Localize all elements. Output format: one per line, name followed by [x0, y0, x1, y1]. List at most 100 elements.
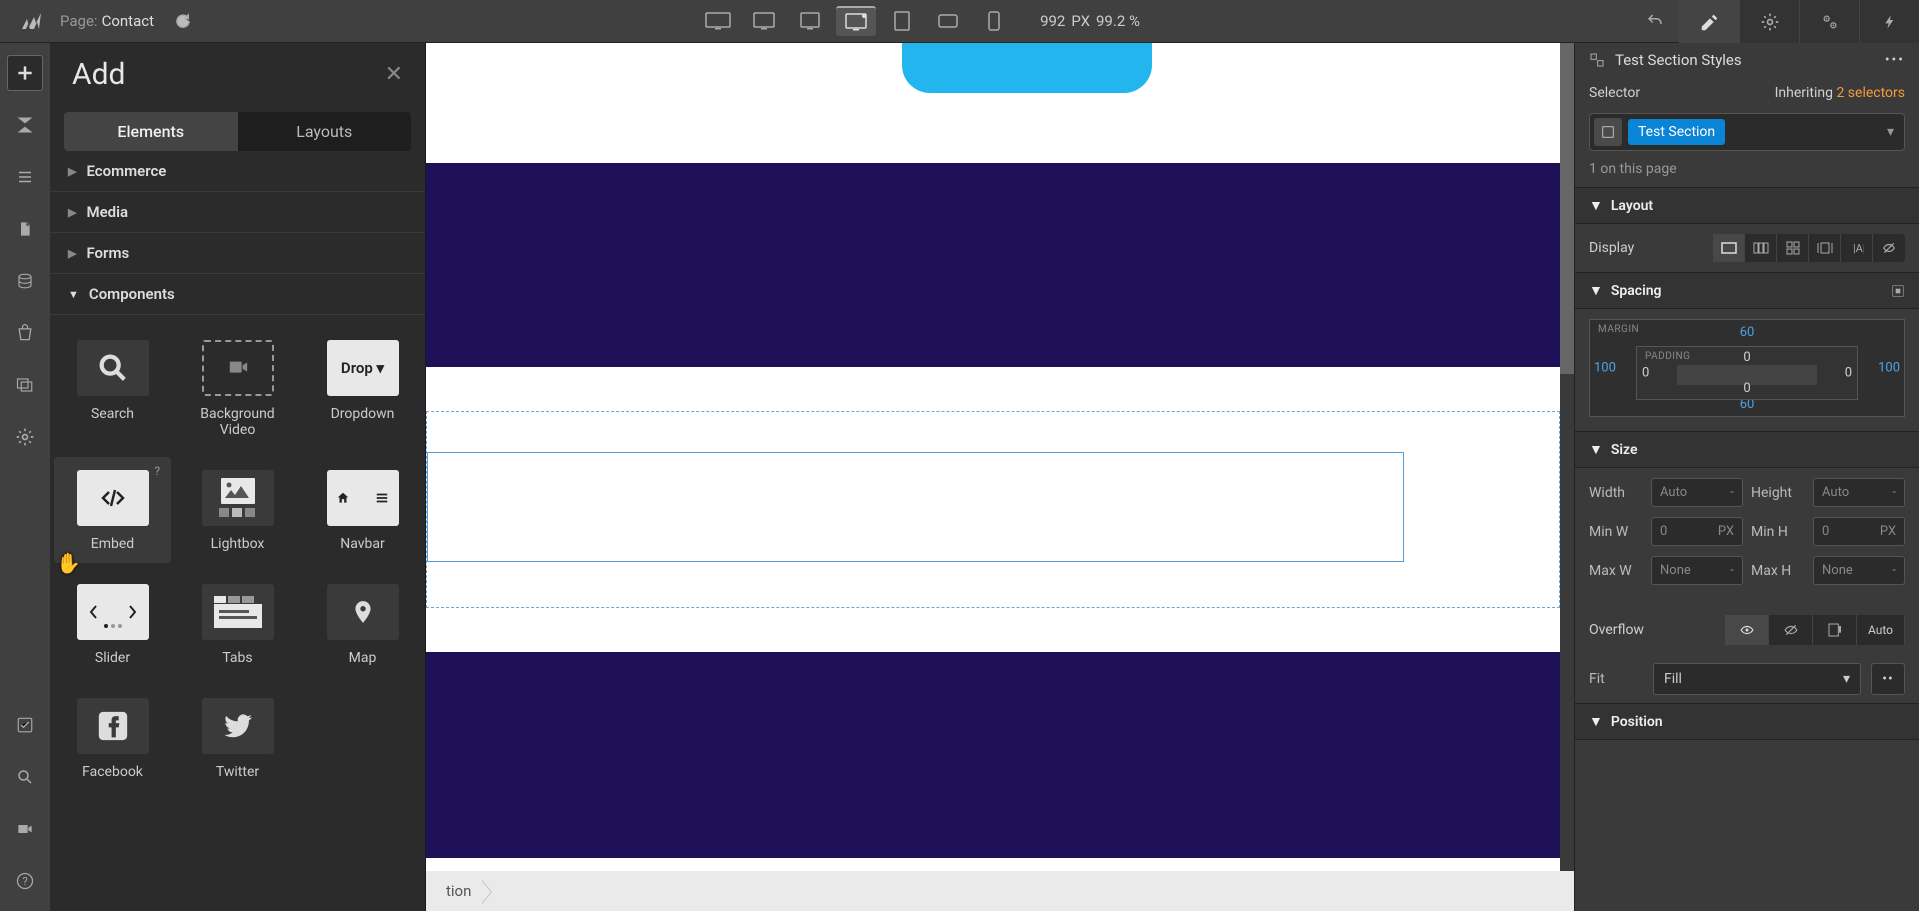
breakpoint-tablet[interactable]	[882, 6, 922, 36]
display-block-icon[interactable]	[1713, 234, 1745, 262]
canvas-dark-section-1[interactable]	[426, 163, 1560, 367]
page-name[interactable]: Contact	[102, 12, 154, 30]
add-elements-icon[interactable]	[7, 55, 43, 91]
overflow-visible-icon[interactable]	[1725, 615, 1769, 645]
category-forms[interactable]: ▶Forms	[50, 233, 425, 274]
tab-elements[interactable]: Elements	[64, 112, 238, 151]
overflow-auto[interactable]: Auto	[1857, 615, 1905, 645]
chevron-down-icon: ▼	[68, 288, 79, 301]
minw-input[interactable]: 0PX	[1651, 517, 1743, 546]
padding-left[interactable]: 0	[1642, 366, 1649, 381]
category-media[interactable]: ▶Media	[50, 192, 425, 233]
padding-box[interactable]: PADDING 0 0 0 0	[1636, 346, 1858, 400]
more-options-icon[interactable]: •••	[1885, 52, 1905, 68]
scrollbar-thumb[interactable]	[1560, 43, 1574, 374]
minh-input[interactable]: 0PX	[1813, 517, 1905, 546]
component-dropdown[interactable]: Drop ▾ Dropdown	[304, 327, 421, 449]
padding-bottom[interactable]: 0	[1743, 381, 1750, 396]
component-tabs[interactable]: Tabs	[179, 571, 296, 677]
margin-right[interactable]: 100	[1878, 361, 1900, 376]
breakpoint-default[interactable]	[836, 6, 876, 36]
component-facebook[interactable]: Facebook	[54, 685, 171, 791]
canvas[interactable]	[426, 43, 1560, 871]
overflow-scroll-icon[interactable]	[1813, 615, 1857, 645]
component-lightbox[interactable]: Lightbox	[179, 457, 296, 563]
tab-layouts[interactable]: Layouts	[238, 112, 412, 151]
component-navbar[interactable]: Navbar	[304, 457, 421, 563]
padding-right[interactable]: 0	[1845, 366, 1852, 381]
display-none-icon[interactable]	[1873, 234, 1905, 262]
margin-top[interactable]: 60	[1740, 325, 1755, 340]
selector-mode-icon[interactable]	[1589, 52, 1605, 68]
ecommerce-icon[interactable]	[7, 263, 43, 299]
section-size[interactable]: ▼Size	[1575, 431, 1919, 468]
breakpoint-mobile[interactable]	[974, 6, 1014, 36]
breakpoint-xl[interactable]	[698, 6, 738, 36]
settings-tab-icon[interactable]	[1739, 0, 1799, 43]
canvas-size-readout[interactable]: 992 PX 99.2 %	[1040, 12, 1140, 30]
assets-icon[interactable]	[7, 367, 43, 403]
height-input[interactable]: Auto-	[1813, 478, 1905, 507]
maxh-input[interactable]: None-	[1813, 556, 1905, 585]
padding-top[interactable]: 0	[1743, 350, 1750, 365]
breadcrumb-item[interactable]: tion	[434, 878, 483, 904]
effects-tab-icon[interactable]	[1859, 0, 1919, 43]
canvas-submit-button[interactable]	[902, 43, 1152, 93]
canvas-white-section[interactable]	[426, 367, 1560, 652]
canvas-selected-container[interactable]	[427, 452, 1404, 562]
component-embed[interactable]: ? Embed	[54, 457, 171, 563]
interactions-tab-icon[interactable]	[1799, 0, 1859, 43]
component-map[interactable]: Map	[304, 571, 421, 677]
display-inline-block-icon[interactable]	[1809, 234, 1841, 262]
component-search[interactable]: Search	[54, 327, 171, 449]
width-input[interactable]: Auto-	[1651, 478, 1743, 507]
spacing-options-icon[interactable]	[1891, 284, 1905, 298]
page-label: Page:	[60, 12, 98, 30]
canvas-hero-section[interactable]	[426, 43, 1560, 163]
selector-input[interactable]: Test Section ▾	[1589, 113, 1905, 151]
canvas-selected-section[interactable]	[426, 411, 1560, 608]
help-badge[interactable]: ?	[154, 464, 160, 478]
help-icon[interactable]: ?	[7, 863, 43, 899]
display-grid-icon[interactable]	[1777, 234, 1809, 262]
canvas-dark-section-2[interactable]	[426, 652, 1560, 858]
component-twitter[interactable]: Twitter	[179, 685, 296, 791]
maxw-input[interactable]: None-	[1651, 556, 1743, 585]
margin-left[interactable]: 100	[1594, 361, 1616, 376]
video-icon[interactable]	[7, 811, 43, 847]
search-rail-icon[interactable]	[7, 759, 43, 795]
canvas-scrollbar[interactable]	[1560, 43, 1574, 871]
component-slider[interactable]: Slider	[54, 571, 171, 677]
breakpoint-mobile-l[interactable]	[928, 6, 968, 36]
selector-type-icon[interactable]	[1594, 118, 1622, 146]
style-tab-icon[interactable]	[1679, 0, 1739, 43]
close-icon[interactable]: ✕	[385, 62, 403, 87]
audit-icon[interactable]	[7, 707, 43, 743]
display-inline-icon[interactable]: |A|	[1841, 234, 1873, 262]
margin-box[interactable]: MARGIN 60 60 100 100 PADDING 0 0 0 0	[1589, 319, 1905, 417]
reload-icon[interactable]	[174, 12, 192, 30]
project-settings-icon[interactable]	[7, 419, 43, 455]
breakpoint-lg[interactable]	[744, 6, 784, 36]
category-ecommerce[interactable]: ▶Ecommerce	[50, 151, 425, 192]
navigator-icon[interactable]	[7, 107, 43, 143]
selector-tag[interactable]: Test Section	[1628, 119, 1725, 145]
display-flex-icon[interactable]	[1745, 234, 1777, 262]
section-spacing[interactable]: ▼ Spacing	[1575, 272, 1919, 309]
selector-label: Selector	[1589, 85, 1640, 101]
fit-more-icon[interactable]: ••	[1871, 663, 1905, 695]
selector-dropdown-icon[interactable]: ▾	[1881, 124, 1900, 140]
undo-icon[interactable]	[1646, 12, 1664, 30]
section-position[interactable]: ▼Position	[1575, 703, 1919, 740]
section-layout[interactable]: ▼Layout	[1575, 187, 1919, 224]
pages-icon[interactable]	[7, 159, 43, 195]
users-icon[interactable]	[7, 315, 43, 351]
breakpoint-md[interactable]	[790, 6, 830, 36]
category-components[interactable]: ▼Components	[50, 274, 425, 315]
inheriting-link[interactable]: 2 selectors	[1836, 85, 1905, 101]
cms-icon[interactable]	[7, 211, 43, 247]
overflow-hidden-icon[interactable]	[1769, 615, 1813, 645]
webflow-logo-icon[interactable]	[18, 9, 42, 33]
fit-select[interactable]: Fill▾	[1653, 663, 1861, 695]
component-bgvideo[interactable]: Background Video	[179, 327, 296, 449]
